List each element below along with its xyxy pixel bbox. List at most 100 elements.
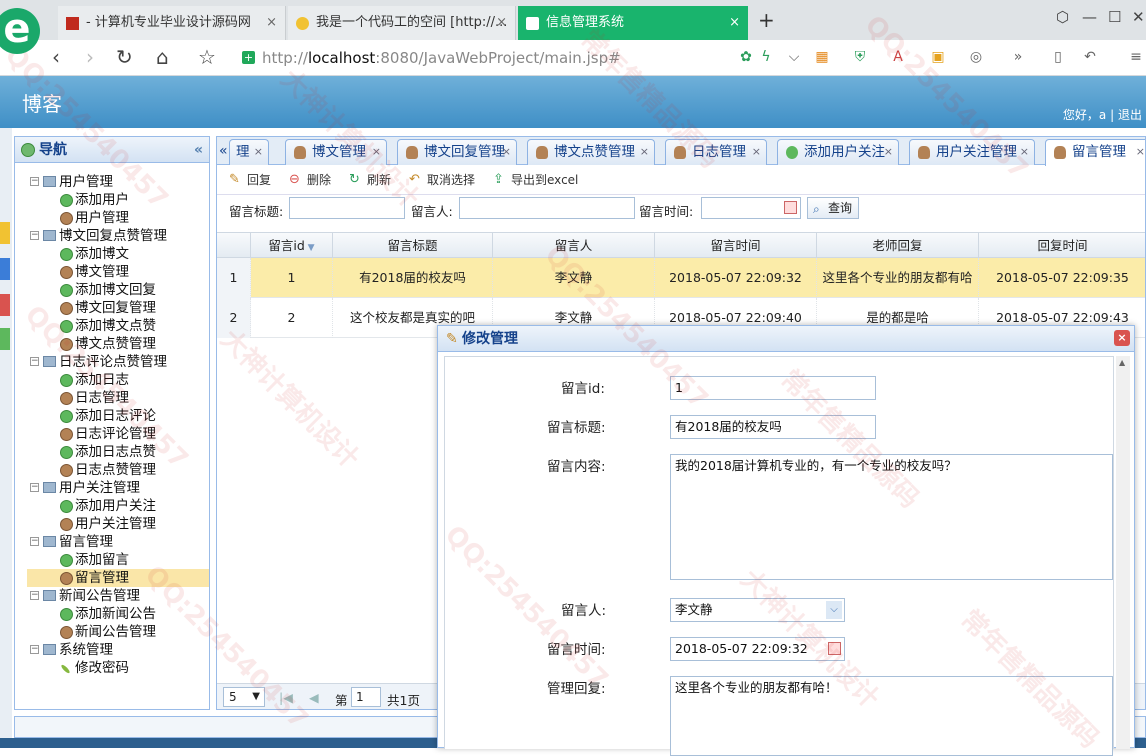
column-header[interactable]: 老师回复	[817, 233, 979, 258]
collapse-icon[interactable]: «	[194, 137, 203, 163]
maximize-icon[interactable]: ☐	[1108, 8, 1121, 26]
nav-group[interactable]: − 用户关注管理	[15, 479, 209, 497]
nav-group[interactable]: − 博文回复点赞管理	[15, 227, 209, 245]
browser-tab[interactable]: - 计算机专业毕业设计源码网 ×	[58, 6, 286, 40]
collapse-toggle-icon[interactable]: −	[30, 357, 39, 366]
title-input[interactable]: 有2018届的校友吗	[670, 415, 876, 439]
refresh-button[interactable]: ↻ 刷新	[347, 172, 391, 188]
close-icon[interactable]: ×	[254, 140, 263, 164]
close-icon[interactable]: ×	[752, 140, 761, 164]
nav-item[interactable]: 日志管理	[15, 389, 209, 407]
search-title-input[interactable]	[289, 197, 405, 219]
main-tab[interactable]: 留言管理 ×	[1045, 139, 1145, 166]
close-icon[interactable]: ×	[1136, 140, 1145, 164]
reply-textarea[interactable]: 这里各个专业的朋友都有哈！	[670, 676, 1113, 756]
browser-tab-active[interactable]: 信息管理系统 ×	[518, 6, 748, 40]
close-icon[interactable]: ×	[502, 140, 511, 164]
close-icon[interactable]: ×	[729, 6, 740, 40]
nav-item[interactable]: 博文点赞管理	[15, 335, 209, 353]
sidebar-favorites-icon[interactable]	[0, 222, 10, 244]
address-bar[interactable]: + http://localhost:8080/JavaWebProject/ma…	[240, 46, 730, 70]
close-icon[interactable]: ×	[1020, 140, 1029, 164]
id-input[interactable]: 1	[670, 376, 876, 400]
nav-group[interactable]: − 系统管理	[15, 641, 209, 659]
query-button[interactable]: ⌕ 查询	[807, 197, 859, 219]
author-select[interactable]: 李文静 ⌵	[670, 598, 845, 622]
tab-scroll-left-icon[interactable]: «	[219, 143, 228, 159]
browser-tab[interactable]: 我是一个代码工的空间 [http://... ×	[288, 6, 516, 40]
current-page-input[interactable]: 1	[351, 687, 381, 707]
calendar-icon[interactable]	[828, 642, 841, 655]
sidebar-other-icon[interactable]	[0, 328, 10, 350]
collapse-toggle-icon[interactable]: −	[30, 177, 39, 186]
tablet-icon[interactable]: ▯	[1050, 49, 1066, 65]
minimize-icon[interactable]: —	[1082, 8, 1097, 26]
nav-item[interactable]: 添加博文	[15, 245, 209, 263]
reload-icon[interactable]: ↻	[116, 45, 133, 69]
column-header[interactable]: 回复时间	[979, 233, 1145, 258]
lightning-icon[interactable]: ϟ	[758, 49, 774, 65]
column-header[interactable]: 留言标题	[333, 233, 493, 258]
main-tab[interactable]: 理 ×	[229, 139, 269, 165]
time-input[interactable]: 2018-05-07 22:09:32	[670, 637, 845, 661]
page-size-select[interactable]: 5 ▼	[223, 687, 265, 707]
column-header[interactable]: 留言时间	[655, 233, 817, 258]
search-author-input[interactable]	[459, 197, 635, 219]
nav-item[interactable]: 用户关注管理	[15, 515, 209, 533]
nav-item[interactable]: 添加新闻公告	[15, 605, 209, 623]
column-header[interactable]: 留言id ▼	[251, 233, 333, 258]
close-icon[interactable]: ×	[640, 140, 649, 164]
search-time-input[interactable]	[701, 197, 801, 219]
sidebar-app-icon[interactable]	[0, 258, 10, 280]
game-icon[interactable]: ◎	[968, 49, 984, 65]
nav-item[interactable]: 添加博文点赞	[15, 317, 209, 335]
screenshot-icon[interactable]: ▣	[930, 49, 946, 65]
dialog-close-button[interactable]: ×	[1114, 330, 1130, 346]
export-excel-button[interactable]: ⇪ 导出到excel	[491, 172, 578, 188]
chevron-down-icon[interactable]: ⌵	[826, 601, 842, 619]
collapse-toggle-icon[interactable]: −	[30, 483, 39, 492]
prev-page-icon[interactable]: ◀	[309, 690, 319, 705]
nav-item[interactable]: 添加用户	[15, 191, 209, 209]
calendar-icon[interactable]	[784, 201, 797, 214]
nav-item[interactable]: 添加日志	[15, 371, 209, 389]
delete-button[interactable]: ⊖ 删除	[287, 172, 331, 188]
home-icon[interactable]: ⌂	[156, 45, 169, 69]
close-icon[interactable]: ×	[266, 6, 277, 40]
collapse-toggle-icon[interactable]: −	[30, 645, 39, 654]
sidebar-tool-icon[interactable]	[0, 294, 10, 316]
extension-icon[interactable]: ✿	[738, 49, 754, 65]
more-extensions-icon[interactable]: »	[1010, 49, 1026, 65]
bookmark-star-icon[interactable]: ☆	[198, 45, 216, 69]
nav-item[interactable]: 修改密码	[15, 659, 209, 677]
new-tab-button[interactable]: +	[758, 8, 775, 32]
main-tab[interactable]: 博文管理 ×	[285, 139, 387, 165]
nav-item[interactable]: 添加留言	[15, 551, 209, 569]
nav-group[interactable]: − 用户管理	[15, 173, 209, 191]
nav-item[interactable]: 新闻公告管理	[15, 623, 209, 641]
nav-group[interactable]: − 新闻公告管理	[15, 587, 209, 605]
main-tab[interactable]: 博文点赞管理 ×	[527, 139, 655, 165]
main-tab[interactable]: 博文回复管理 ×	[397, 139, 517, 165]
apps-icon[interactable]: ▦	[814, 49, 830, 65]
logout-link[interactable]: 退出	[1118, 108, 1142, 122]
dropdown-icon[interactable]: ⌵	[786, 49, 802, 65]
close-icon[interactable]: ×	[884, 140, 893, 164]
forward-icon[interactable]: ›	[86, 45, 94, 69]
first-page-icon[interactable]: |◀	[279, 690, 293, 705]
nav-item[interactable]: 添加日志点赞	[15, 443, 209, 461]
main-tab[interactable]: 日志管理 ×	[665, 139, 767, 165]
main-tab[interactable]: 添加用户关注 ×	[777, 139, 899, 165]
nav-item[interactable]: 博文回复管理	[15, 299, 209, 317]
column-header[interactable]: 留言人	[493, 233, 655, 258]
collapse-toggle-icon[interactable]: −	[30, 591, 39, 600]
table-row[interactable]: 1 1 有2018届的校友吗 李文静 2018-05-07 22:09:32 这里各个专业…	[217, 258, 1145, 298]
close-window-icon[interactable]: ✕	[1132, 8, 1145, 26]
nav-item[interactable]: 添加日志评论	[15, 407, 209, 425]
content-textarea[interactable]: 我的2018届计算机专业的，有一个专业的校友吗？	[670, 454, 1113, 580]
reply-button[interactable]: ✎ 回复	[227, 172, 271, 188]
nav-group[interactable]: − 日志评论点赞管理	[15, 353, 209, 371]
nav-item[interactable]: 日志点赞管理	[15, 461, 209, 479]
shield-icon[interactable]: ⛨	[852, 49, 868, 65]
scroll-up-icon[interactable]: ▲	[1119, 358, 1125, 367]
